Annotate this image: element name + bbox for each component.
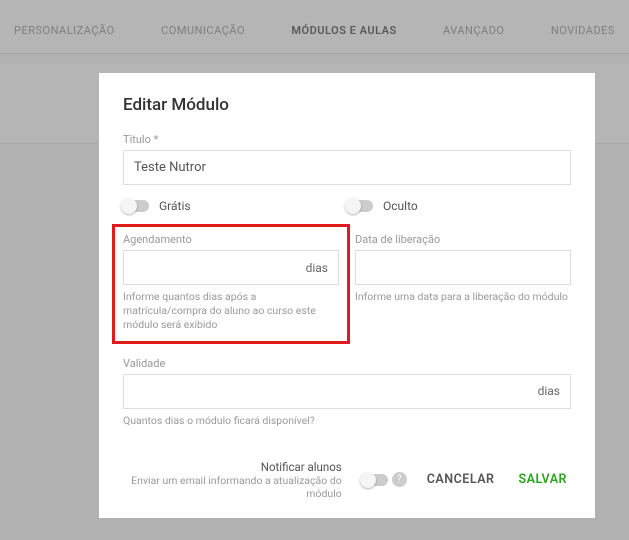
notify-title: Notificar alunos	[123, 460, 342, 474]
oculto-label: Oculto	[383, 199, 418, 213]
agendamento-input[interactable]	[124, 251, 300, 284]
validade-help: Quantos dias o módulo ficará disponível?	[123, 414, 571, 428]
agendamento-suffix: dias	[300, 261, 328, 275]
gratis-toggle[interactable]	[123, 200, 149, 212]
cancel-button[interactable]: CANCELAR	[423, 466, 499, 493]
validade-label: Validade	[123, 357, 571, 370]
notify-sub: Enviar um email informando a atualização…	[123, 474, 342, 500]
help-icon[interactable]: ?	[392, 472, 407, 487]
modal-title: Editar Módulo	[123, 95, 571, 115]
validade-input[interactable]	[124, 375, 532, 408]
titulo-label: Titulo *	[123, 133, 571, 146]
agendamento-highlight: Agendamento dias Informe quantos dias ap…	[112, 224, 350, 344]
liberacao-label: Data de liberação	[355, 233, 571, 246]
gratis-label: Grátis	[159, 199, 191, 213]
liberacao-help: Informe uma data para a liberação do mód…	[355, 290, 571, 304]
agendamento-label: Agendamento	[123, 233, 339, 246]
oculto-toggle[interactable]	[347, 200, 373, 212]
save-button[interactable]: SALVAR	[514, 466, 571, 493]
notify-toggle[interactable]	[362, 474, 388, 486]
agendamento-help: Informe quantos dias após a matrícula/co…	[123, 290, 339, 333]
edit-module-modal: Editar Módulo Titulo * Grátis Oculto Age…	[99, 73, 595, 518]
validade-suffix: dias	[532, 384, 560, 398]
titulo-input[interactable]	[123, 150, 571, 185]
liberacao-input[interactable]	[355, 250, 571, 285]
